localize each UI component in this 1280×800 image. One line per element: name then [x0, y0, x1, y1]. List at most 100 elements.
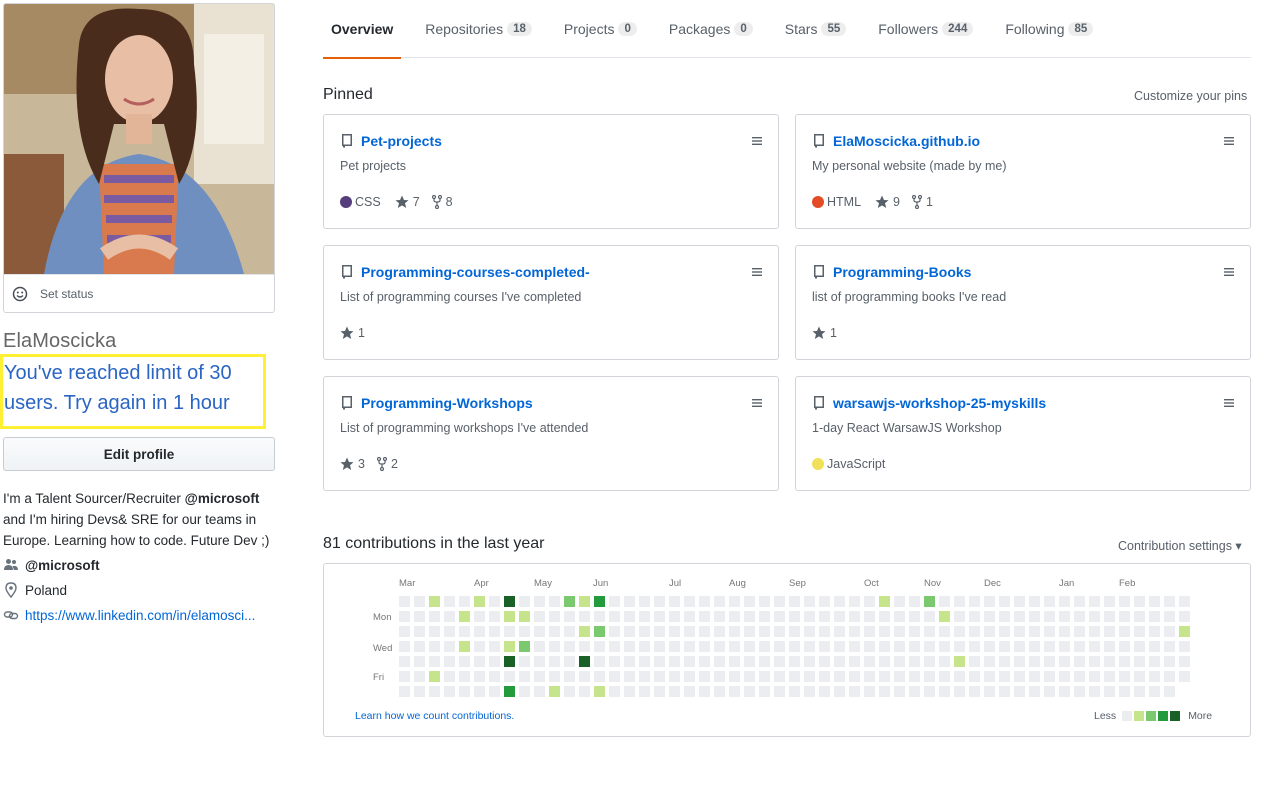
- website-link[interactable]: https://www.linkedin.com/in/elamosci...: [25, 608, 255, 623]
- contribution-day[interactable]: [504, 626, 515, 637]
- contribution-day[interactable]: [1164, 656, 1175, 667]
- contribution-day[interactable]: [819, 611, 830, 622]
- contribution-day[interactable]: [654, 671, 665, 682]
- contribution-day[interactable]: [1164, 611, 1175, 622]
- contribution-day[interactable]: [534, 611, 545, 622]
- contribution-day[interactable]: [1074, 611, 1085, 622]
- contribution-day[interactable]: [774, 686, 785, 697]
- contribution-day[interactable]: [669, 686, 680, 697]
- contribution-day[interactable]: [1164, 686, 1175, 697]
- contribution-day[interactable]: [894, 656, 905, 667]
- contribution-day[interactable]: [1134, 626, 1145, 637]
- contribution-day[interactable]: [984, 656, 995, 667]
- contribution-day[interactable]: [444, 686, 455, 697]
- contribution-day[interactable]: [1119, 686, 1130, 697]
- contribution-day[interactable]: [714, 656, 725, 667]
- contribution-day[interactable]: [819, 656, 830, 667]
- contribution-day[interactable]: [759, 656, 770, 667]
- contribution-day[interactable]: [429, 656, 440, 667]
- contribution-day[interactable]: [564, 671, 575, 682]
- contribution-day[interactable]: [1149, 641, 1160, 652]
- contribution-day[interactable]: [474, 611, 485, 622]
- contribution-day[interactable]: [984, 686, 995, 697]
- contribution-day[interactable]: [489, 656, 500, 667]
- contribution-day[interactable]: [519, 671, 530, 682]
- stars-link[interactable]: 7: [395, 195, 420, 209]
- contribution-day[interactable]: [639, 671, 650, 682]
- contribution-day[interactable]: [1164, 671, 1175, 682]
- contribution-day[interactable]: [909, 596, 920, 607]
- contribution-day[interactable]: [1104, 656, 1115, 667]
- contribution-day[interactable]: [969, 671, 980, 682]
- contribution-day[interactable]: [924, 641, 935, 652]
- contribution-day[interactable]: [939, 596, 950, 607]
- contribution-day[interactable]: [504, 611, 515, 622]
- contribution-day[interactable]: [1044, 671, 1055, 682]
- contribution-day[interactable]: [1164, 626, 1175, 637]
- contribution-day[interactable]: [624, 641, 635, 652]
- contribution-day[interactable]: [639, 641, 650, 652]
- contribution-day[interactable]: [759, 686, 770, 697]
- contribution-day[interactable]: [1014, 656, 1025, 667]
- contribution-day[interactable]: [639, 596, 650, 607]
- contribution-day[interactable]: [729, 596, 740, 607]
- contribution-day[interactable]: [849, 641, 860, 652]
- contribution-day[interactable]: [564, 611, 575, 622]
- contribution-day[interactable]: [1149, 596, 1160, 607]
- contribution-day[interactable]: [1104, 686, 1115, 697]
- contribution-day[interactable]: [999, 686, 1010, 697]
- contribution-day[interactable]: [1149, 611, 1160, 622]
- contribution-day[interactable]: [1014, 596, 1025, 607]
- set-status-button[interactable]: Set status: [4, 274, 274, 312]
- contribution-day[interactable]: [924, 626, 935, 637]
- contribution-day[interactable]: [729, 611, 740, 622]
- contribution-day[interactable]: [489, 671, 500, 682]
- contribution-day[interactable]: [669, 671, 680, 682]
- contribution-day[interactable]: [444, 626, 455, 637]
- contribution-day[interactable]: [489, 596, 500, 607]
- tab-following[interactable]: Following 85: [997, 0, 1101, 58]
- contribution-day[interactable]: [924, 611, 935, 622]
- contribution-day[interactable]: [939, 686, 950, 697]
- contribution-day[interactable]: [534, 596, 545, 607]
- contribution-day[interactable]: [774, 611, 785, 622]
- contribution-day[interactable]: [714, 641, 725, 652]
- contribution-day[interactable]: [474, 656, 485, 667]
- contribution-day[interactable]: [954, 611, 965, 622]
- contribution-day[interactable]: [969, 686, 980, 697]
- contribution-day[interactable]: [999, 596, 1010, 607]
- contribution-day[interactable]: [1179, 671, 1190, 682]
- contribution-day[interactable]: [714, 686, 725, 697]
- contribution-day[interactable]: [864, 671, 875, 682]
- bio-mention[interactable]: @microsoft: [185, 491, 260, 506]
- contribution-day[interactable]: [699, 671, 710, 682]
- contribution-day[interactable]: [834, 611, 845, 622]
- contribution-day[interactable]: [819, 596, 830, 607]
- stars-link[interactable]: 9: [875, 195, 900, 209]
- contribution-day[interactable]: [819, 671, 830, 682]
- contribution-day[interactable]: [894, 596, 905, 607]
- contribution-day[interactable]: [459, 671, 470, 682]
- contribution-day[interactable]: [849, 671, 860, 682]
- contribution-day[interactable]: [534, 671, 545, 682]
- contribution-day[interactable]: [534, 641, 545, 652]
- contribution-day[interactable]: [639, 611, 650, 622]
- contribution-day[interactable]: [774, 626, 785, 637]
- contribution-day[interactable]: [579, 626, 590, 637]
- contribution-day[interactable]: [804, 626, 815, 637]
- contribution-day[interactable]: [759, 626, 770, 637]
- contribution-day[interactable]: [1044, 611, 1055, 622]
- contribution-day[interactable]: [1119, 641, 1130, 652]
- contribution-day[interactable]: [864, 656, 875, 667]
- contribution-day[interactable]: [399, 626, 410, 637]
- contribution-day[interactable]: [1029, 641, 1040, 652]
- contribution-day[interactable]: [594, 656, 605, 667]
- contribution-day[interactable]: [429, 641, 440, 652]
- contribution-day[interactable]: [909, 656, 920, 667]
- contribution-day[interactable]: [864, 611, 875, 622]
- contribution-day[interactable]: [429, 611, 440, 622]
- contribution-day[interactable]: [789, 686, 800, 697]
- contribution-day[interactable]: [699, 596, 710, 607]
- contribution-day[interactable]: [519, 626, 530, 637]
- contribution-day[interactable]: [759, 671, 770, 682]
